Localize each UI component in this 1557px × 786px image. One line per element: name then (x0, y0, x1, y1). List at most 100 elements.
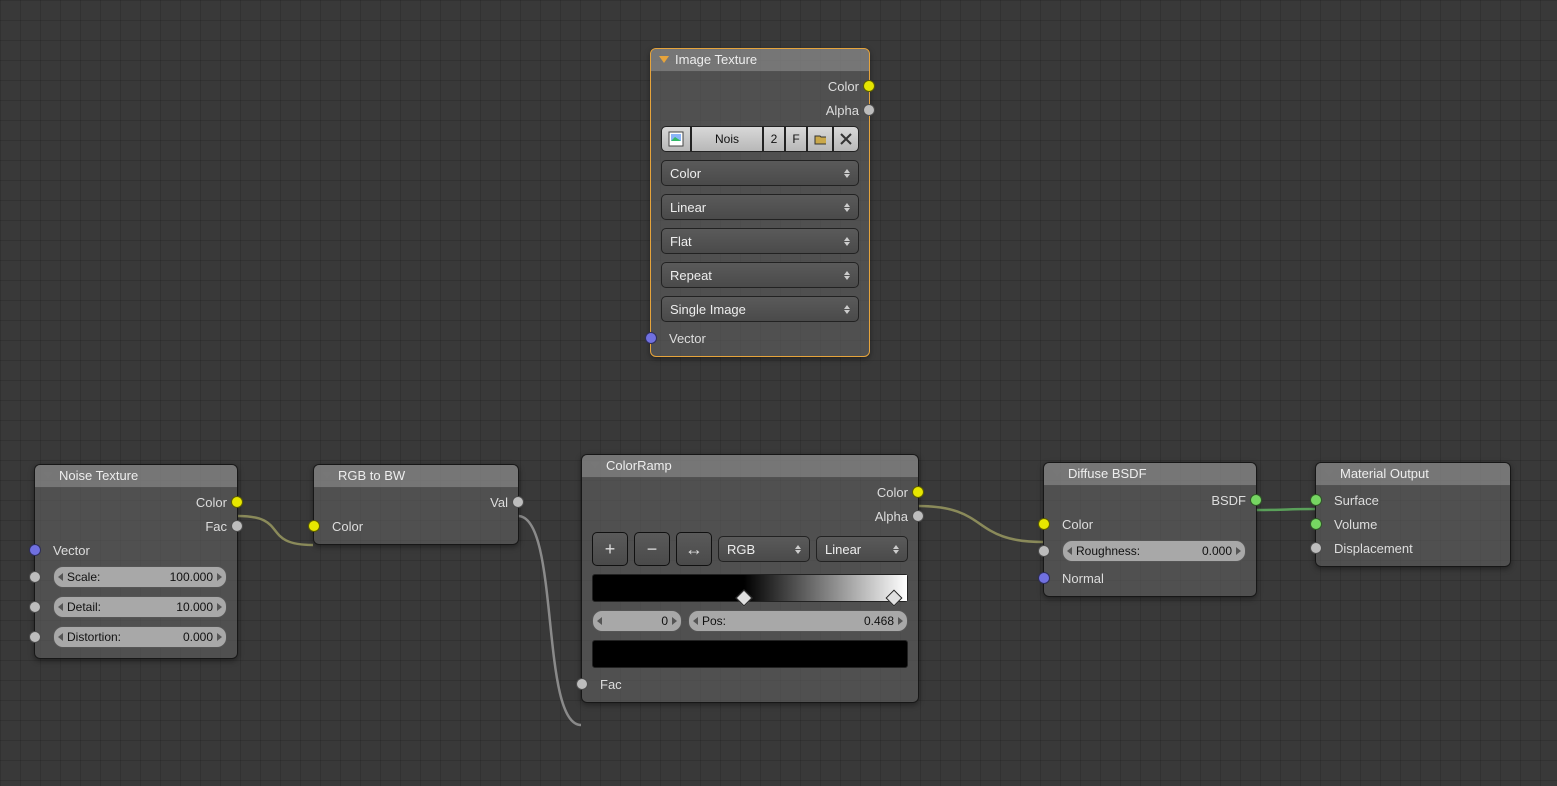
distortion-field[interactable]: Distortion:0.000 (53, 626, 227, 648)
color-output-socket[interactable] (912, 486, 924, 498)
node-title: Image Texture (675, 52, 757, 67)
source-dropdown[interactable]: Single Image (661, 296, 859, 322)
image-texture-node[interactable]: Image Texture Color Alpha Nois 2 F Color… (650, 48, 870, 357)
color-input-socket[interactable] (308, 520, 320, 532)
volume-input-socket[interactable] (1310, 518, 1322, 530)
vector-input-socket[interactable] (29, 544, 41, 556)
field-value: 10.000 (176, 600, 217, 614)
input-label: Vector (669, 331, 706, 346)
collapse-icon[interactable] (43, 472, 53, 479)
input-label: Normal (1062, 571, 1104, 586)
node-header[interactable]: Image Texture (651, 49, 869, 72)
increment-icon[interactable] (217, 573, 222, 581)
interp-dropdown[interactable]: Linear (816, 536, 908, 562)
color-output-socket[interactable] (231, 496, 243, 508)
output-label: Alpha (875, 509, 908, 524)
field-value: 0.000 (1202, 544, 1236, 558)
dropdown-arrow-icon (844, 305, 850, 314)
output-label: Color (196, 495, 227, 510)
collapse-icon[interactable] (1324, 470, 1334, 477)
increment-icon[interactable] (898, 617, 903, 625)
interpolation-dropdown[interactable]: Linear (661, 194, 859, 220)
color-mode-dropdown[interactable]: RGB (718, 536, 810, 562)
surface-input-socket[interactable] (1310, 494, 1322, 506)
increment-icon[interactable] (217, 603, 222, 611)
image-datablock-row: Nois 2 F (651, 122, 869, 156)
roughness-field[interactable]: Roughness:0.000 (1062, 540, 1246, 562)
collapse-icon[interactable] (1052, 470, 1062, 477)
node-title: ColorRamp (606, 458, 672, 473)
fac-output-socket[interactable] (231, 520, 243, 532)
color-ramp-node[interactable]: ColorRamp Color Alpha + − ↔ RGB Linear 0… (581, 454, 919, 703)
dropdown-value: Single Image (670, 302, 746, 317)
colorspace-dropdown[interactable]: Color (661, 160, 859, 186)
stop-color-swatch[interactable] (592, 640, 908, 668)
add-stop-button[interactable]: + (592, 532, 628, 566)
image-icon (668, 131, 684, 147)
distortion-input-socket[interactable] (29, 631, 41, 643)
output-label: Alpha (826, 103, 859, 118)
browse-image-button[interactable] (661, 126, 691, 152)
node-header[interactable]: Noise Texture (35, 465, 237, 488)
alpha-output-socket[interactable] (863, 104, 875, 116)
position-field[interactable]: Pos:0.468 (688, 610, 908, 632)
color-ramp-widget[interactable] (592, 574, 908, 602)
alpha-output-socket[interactable] (912, 510, 924, 522)
increment-icon[interactable] (217, 633, 222, 641)
fake-user-button[interactable]: F (785, 126, 807, 152)
rgb-to-bw-node[interactable]: RGB to BW Val Color (313, 464, 519, 545)
extension-dropdown[interactable]: Repeat (661, 262, 859, 288)
gradient (744, 575, 907, 601)
stop-index-field[interactable]: 0 (592, 610, 682, 632)
image-name-field[interactable]: Nois (691, 126, 763, 152)
projection-dropdown[interactable]: Flat (661, 228, 859, 254)
detail-input-socket[interactable] (29, 601, 41, 613)
collapse-icon[interactable] (659, 56, 669, 63)
unlink-image-button[interactable] (833, 126, 859, 152)
node-header[interactable]: Material Output (1316, 463, 1510, 486)
field-value: 100.000 (170, 570, 217, 584)
collapse-icon[interactable] (322, 472, 332, 479)
field-label: Pos: (698, 614, 864, 628)
decrement-icon[interactable] (597, 617, 602, 625)
output-label: Fac (205, 519, 227, 534)
node-header[interactable]: Diffuse BSDF (1044, 463, 1256, 486)
noise-texture-node[interactable]: Noise Texture Color Fac Vector Scale:100… (34, 464, 238, 659)
roughness-input-socket[interactable] (1038, 545, 1050, 557)
material-output-node[interactable]: Material Output Surface Volume Displacem… (1315, 462, 1511, 567)
normal-input-socket[interactable] (1038, 572, 1050, 584)
diffuse-bsdf-node[interactable]: Diffuse BSDF BSDF Color Roughness:0.000 … (1043, 462, 1257, 597)
scale-input-socket[interactable] (29, 571, 41, 583)
remove-stop-button[interactable]: − (634, 532, 670, 566)
bsdf-output-socket[interactable] (1250, 494, 1262, 506)
input-label: Color (1062, 517, 1093, 532)
vector-input-socket[interactable] (645, 332, 657, 344)
increment-icon[interactable] (672, 617, 677, 625)
increment-icon[interactable] (1236, 547, 1241, 555)
node-title: Material Output (1340, 466, 1429, 481)
output-label: BSDF (1211, 493, 1246, 508)
field-label: Scale: (63, 570, 170, 584)
node-header[interactable]: RGB to BW (314, 465, 518, 488)
open-image-button[interactable] (807, 126, 833, 152)
users-count[interactable]: 2 (763, 126, 785, 152)
val-output-socket[interactable] (512, 496, 524, 508)
flip-ramp-button[interactable]: ↔ (676, 532, 712, 566)
collapse-icon[interactable] (590, 462, 600, 469)
close-icon (840, 133, 852, 145)
scale-field[interactable]: Scale:100.000 (53, 566, 227, 588)
color-input-socket[interactable] (1038, 518, 1050, 530)
field-label: Distortion: (63, 630, 183, 644)
detail-field[interactable]: Detail:10.000 (53, 596, 227, 618)
color-output-socket[interactable] (863, 80, 875, 92)
dropdown-arrow-icon (844, 271, 850, 280)
displacement-input-socket[interactable] (1310, 542, 1322, 554)
node-header[interactable]: ColorRamp (582, 455, 918, 478)
dropdown-arrow-icon (844, 169, 850, 178)
fac-input-socket[interactable] (576, 678, 588, 690)
node-title: Diffuse BSDF (1068, 466, 1147, 481)
node-title: RGB to BW (338, 468, 405, 483)
dropdown-arrow-icon (844, 203, 850, 212)
input-label: Surface (1334, 493, 1379, 508)
dropdown-value: Color (670, 166, 701, 181)
